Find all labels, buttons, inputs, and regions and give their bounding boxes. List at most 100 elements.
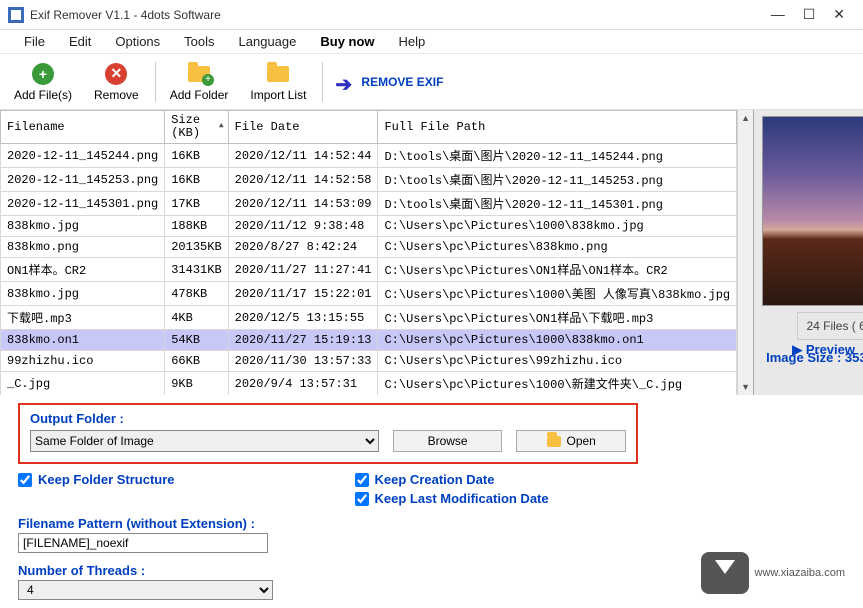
- cell-date: 2020/9/4 13:57:31: [228, 372, 378, 395]
- cell-path: C:\Users\pc\Pictures\838kmo.png: [378, 237, 737, 258]
- add-folder-button[interactable]: + Add Folder: [160, 58, 239, 106]
- filename-pattern-label: Filename Pattern (without Extension) :: [18, 516, 845, 531]
- menu-edit[interactable]: Edit: [57, 31, 103, 52]
- remove-label: Remove: [94, 88, 139, 102]
- cell-size: 66KB: [165, 351, 228, 372]
- browse-button[interactable]: Browse: [393, 430, 503, 452]
- cell-path: D:\tools\桌面\图片\2020-12-11_145301.png: [378, 192, 737, 216]
- cell-filename: 838kmo.jpg: [1, 216, 165, 237]
- cell-path: C:\Users\pc\Pictures\1000\美图 人像写真\838kmo…: [378, 282, 737, 306]
- col-filename[interactable]: Filename: [1, 111, 165, 144]
- file-count-info: 24 Files ( 67.74 MB ): [797, 312, 863, 340]
- cell-date: 2020/11/30 13:57:33: [228, 351, 378, 372]
- menu-file[interactable]: File: [12, 31, 57, 52]
- table-row[interactable]: _C.jpg9KB2020/9/4 13:57:31C:\Users\pc\Pi…: [1, 372, 737, 395]
- cell-filename: 838kmo.on1: [1, 330, 165, 351]
- separator: [155, 62, 156, 102]
- preview-image: [762, 116, 863, 306]
- watermark: www.xiazaiba.com: [701, 552, 845, 594]
- app-icon: [8, 7, 24, 23]
- filename-pattern-input[interactable]: [18, 533, 268, 553]
- cell-path: C:\Users\pc\Pictures\ON1样品\下载吧.mp3: [378, 306, 737, 330]
- minimize-button[interactable]: —: [771, 6, 785, 23]
- cell-date: 2020/12/5 13:15:55: [228, 306, 378, 330]
- menu-tools[interactable]: Tools: [172, 31, 226, 52]
- file-table-container: Filename Size (KB)▲ File Date Full File …: [0, 110, 754, 395]
- table-row[interactable]: 2020-12-11_145301.png17KB2020/12/11 14:5…: [1, 192, 737, 216]
- table-row[interactable]: 838kmo.png20135KB2020/8/27 8:42:24C:\Use…: [1, 237, 737, 258]
- watermark-icon: [701, 552, 749, 594]
- table-row[interactable]: 838kmo.on154KB2020/11/27 15:19:13C:\User…: [1, 330, 737, 351]
- table-row[interactable]: 2020-12-11_145253.png16KB2020/12/11 14:5…: [1, 168, 737, 192]
- add-files-button[interactable]: + Add File(s): [4, 58, 82, 106]
- cell-filename: ON1样本。CR2: [1, 258, 165, 282]
- cell-size: 188KB: [165, 216, 228, 237]
- cell-date: 2020/11/12 9:38:48: [228, 216, 378, 237]
- output-folder-select[interactable]: Same Folder of Image: [30, 430, 379, 452]
- col-full-path[interactable]: Full File Path: [378, 111, 737, 144]
- keep-modification-input[interactable]: [355, 492, 369, 506]
- cell-filename: 2020-12-11_145301.png: [1, 192, 165, 216]
- cell-size: 16KB: [165, 144, 228, 168]
- add-folder-icon: +: [187, 62, 211, 86]
- cell-size: 9KB: [165, 372, 228, 395]
- menu-options[interactable]: Options: [103, 31, 172, 52]
- open-button[interactable]: Open: [516, 430, 626, 452]
- cell-path: C:\Users\pc\Pictures\1000\838kmo.on1: [378, 330, 737, 351]
- output-folder-group: Output Folder : Same Folder of Image Bro…: [18, 403, 638, 464]
- threads-select[interactable]: 4: [18, 580, 273, 600]
- cell-date: 2020/11/27 15:19:13: [228, 330, 378, 351]
- close-button[interactable]: ✕: [833, 6, 845, 23]
- cell-filename: 838kmo.jpg: [1, 282, 165, 306]
- cell-size: 20135KB: [165, 237, 228, 258]
- cell-filename: 下载吧.mp3: [1, 306, 165, 330]
- output-folder-label: Output Folder :: [30, 411, 626, 426]
- cell-size: 17KB: [165, 192, 228, 216]
- menubar: File Edit Options Tools Language Buy now…: [0, 30, 863, 54]
- folder-icon: [547, 436, 561, 447]
- keep-folder-checkbox[interactable]: Keep Folder Structure: [18, 472, 175, 487]
- separator: [322, 62, 323, 102]
- cell-size: 16KB: [165, 168, 228, 192]
- cell-date: 2020/8/27 8:42:24: [228, 237, 378, 258]
- vertical-scrollbar[interactable]: ▲ ▼: [737, 110, 753, 395]
- cell-size: 54KB: [165, 330, 228, 351]
- table-row[interactable]: ON1样本。CR231431KB2020/11/27 11:27:41C:\Us…: [1, 258, 737, 282]
- file-table[interactable]: Filename Size (KB)▲ File Date Full File …: [0, 110, 737, 395]
- table-row[interactable]: 下载吧.mp34KB2020/12/5 13:15:55C:\Users\pc\…: [1, 306, 737, 330]
- cell-filename: 838kmo.png: [1, 237, 165, 258]
- table-row[interactable]: 838kmo.jpg188KB2020/11/12 9:38:48C:\User…: [1, 216, 737, 237]
- scroll-up-icon[interactable]: ▲: [738, 110, 753, 126]
- menu-help[interactable]: Help: [387, 31, 438, 52]
- remove-button[interactable]: ✕ Remove: [84, 58, 149, 106]
- cell-path: C:\Users\pc\Pictures\1000\新建文件夹\_C.jpg: [378, 372, 737, 395]
- maximize-button[interactable]: ☐: [803, 6, 816, 23]
- cell-path: D:\tools\桌面\图片\2020-12-11_145253.png: [378, 168, 737, 192]
- keep-creation-checkbox[interactable]: Keep Creation Date: [355, 472, 549, 487]
- preview-button[interactable]: ▶ Preview: [792, 342, 855, 358]
- cell-path: C:\Users\pc\Pictures\99zhizhu.ico: [378, 351, 737, 372]
- keep-creation-input[interactable]: [355, 473, 369, 487]
- scroll-down-icon[interactable]: ▼: [738, 379, 753, 395]
- table-row[interactable]: 99zhizhu.ico66KB2020/11/30 13:57:33C:\Us…: [1, 351, 737, 372]
- titlebar: Exif Remover V1.1 - 4dots Software — ☐ ✕: [0, 0, 863, 30]
- cell-filename: _C.jpg: [1, 372, 165, 395]
- add-folder-label: Add Folder: [170, 88, 229, 102]
- remove-exif-button[interactable]: ➔ REMOVE EXIF: [335, 72, 443, 92]
- remove-exif-label: REMOVE EXIF: [361, 75, 443, 89]
- table-row[interactable]: 2020-12-11_145244.png16KB2020/12/11 14:5…: [1, 144, 737, 168]
- cell-path: C:\Users\pc\Pictures\1000\838kmo.jpg: [378, 216, 737, 237]
- table-row[interactable]: 838kmo.jpg478KB2020/11/17 15:22:01C:\Use…: [1, 282, 737, 306]
- keep-folder-input[interactable]: [18, 473, 32, 487]
- menu-language[interactable]: Language: [227, 31, 309, 52]
- cell-filename: 2020-12-11_145244.png: [1, 144, 165, 168]
- keep-modification-checkbox[interactable]: Keep Last Modification Date: [355, 491, 549, 506]
- import-list-label: Import List: [250, 88, 306, 102]
- cell-size: 31431KB: [165, 258, 228, 282]
- col-size[interactable]: Size (KB)▲: [165, 111, 228, 144]
- add-files-label: Add File(s): [14, 88, 72, 102]
- menu-buy-now[interactable]: Buy now: [308, 31, 386, 52]
- watermark-text: www.xiazaiba.com: [755, 567, 845, 579]
- col-file-date[interactable]: File Date: [228, 111, 378, 144]
- import-list-button[interactable]: Import List: [240, 58, 316, 106]
